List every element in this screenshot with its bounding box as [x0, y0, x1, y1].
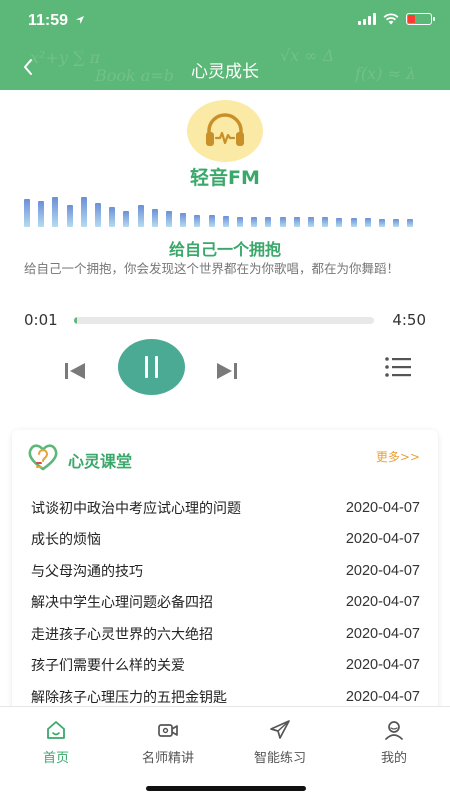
pause-icon-bar-right: [155, 356, 158, 378]
list-item[interactable]: 走进孩子心灵世界的六大绝招 2020-04-07: [12, 618, 438, 650]
wave-bar: [137, 205, 144, 227]
list-item[interactable]: 孩子们需要什么样的关爱 2020-04-07: [12, 650, 438, 682]
wave-bar: [66, 205, 73, 227]
article-list: 试谈初中政治中考应试心理的问题 2020-04-07 成长的烦恼 2020-04-07…: [12, 492, 438, 713]
page-title: 心灵成长: [191, 62, 259, 82]
article-title: 解除孩子心理压力的五把金钥匙: [31, 689, 227, 706]
wave-bar: [166, 211, 172, 227]
wave-bar: [180, 213, 187, 227]
status-bar: 11:59: [0, 0, 450, 44]
list-item[interactable]: 解决中学生心理问题必备四招 2020-04-07: [12, 587, 438, 619]
progress-fill: [74, 317, 77, 324]
track-title: 给自己一个拥抱: [168, 240, 281, 259]
wave-bar: [251, 217, 258, 227]
next-track-button[interactable]: [214, 358, 240, 384]
current-time: 0:01: [24, 311, 58, 329]
paper-plane-icon: [270, 720, 290, 739]
wave-bar: [393, 219, 400, 227]
nav-bar: x²+y ∑ π Book a=b √x ∞ Δ f(x) ≈ λ 心灵成长: [0, 44, 450, 90]
article-date: 2020-04-07: [345, 657, 420, 674]
list-item[interactable]: 与父母沟通的技巧 2020-04-07: [12, 555, 438, 587]
wave-bar: [237, 217, 243, 227]
wave-bar: [24, 199, 30, 227]
battery-icon: [406, 13, 435, 25]
user-icon: [385, 721, 403, 740]
tab-teacher-lectures-label: 名师精讲: [141, 751, 194, 766]
skip-next-icon: [217, 363, 237, 379]
headphones-icon: [206, 113, 244, 146]
wave-bar: [95, 203, 101, 227]
heart-headset-icon: [28, 444, 58, 471]
wave-bar: [208, 215, 215, 227]
wave-bar: [322, 217, 329, 227]
wave-bar: [336, 218, 343, 227]
article-title: 试谈初中政治中考应试心理的问题: [31, 500, 241, 517]
location-arrow-icon: [75, 16, 84, 24]
video-camera-icon: [158, 724, 178, 737]
article-date: 2020-04-07: [345, 531, 420, 548]
article-date: 2020-04-07: [345, 562, 420, 579]
article-title: 孩子们需要什么样的关爱: [31, 658, 185, 675]
tab-home[interactable]: 首页: [0, 719, 112, 766]
article-date: 2020-04-07: [345, 625, 420, 642]
wave-bar: [194, 215, 201, 227]
pause-button[interactable]: [118, 339, 185, 395]
previous-track-button[interactable]: [62, 358, 88, 384]
tab-smart-practice-label: 智能练习: [253, 751, 306, 766]
wave-bar: [407, 219, 414, 227]
wave-bar: [80, 197, 87, 227]
sound-wave: [24, 195, 424, 227]
wave-bar: [123, 211, 130, 227]
article-title: 解决中学生心理问题必备四招: [31, 595, 213, 612]
more-link[interactable]: 更多>>: [376, 448, 420, 465]
wave-bar: [279, 217, 286, 227]
article-title: 走进孩子心灵世界的六大绝招: [31, 626, 213, 643]
article-date: 2020-04-07: [345, 688, 420, 705]
status-indicators: [358, 13, 435, 25]
home-indicator: [146, 786, 306, 791]
playlist-button[interactable]: [384, 355, 412, 379]
tab-mine[interactable]: 我的: [338, 719, 450, 766]
tab-mine-label: 我的: [380, 751, 407, 766]
article-title: 与父母沟通的技巧: [31, 563, 143, 580]
total-time: 4:50: [392, 311, 426, 329]
home-icon: [47, 721, 65, 739]
wave-bar: [52, 197, 59, 227]
track-description: 给自己一个拥抱，你会发现这个世界都在为你歌唱，都在为你舞蹈！: [24, 261, 400, 276]
wave-bar: [364, 218, 371, 227]
tab-smart-practice[interactable]: 智能练习: [224, 719, 336, 766]
signal-icon: [358, 13, 376, 25]
fm-title: 轻音FM: [190, 167, 260, 189]
progress-slider[interactable]: [74, 317, 374, 324]
tab-home-label: 首页: [42, 751, 69, 766]
wave-bar: [379, 219, 385, 227]
status-time-text: 11:59: [28, 12, 69, 29]
classroom-card: 心灵课堂 更多>> 试谈初中政治中考应试心理的问题 2020-04-07 成长的烦恼…: [12, 430, 438, 720]
article-title: 成长的烦恼: [31, 532, 101, 549]
list-item[interactable]: 成长的烦恼 2020-04-07: [12, 524, 438, 556]
article-date: 2020-04-07: [345, 594, 420, 611]
list-item[interactable]: 试谈初中政治中考应试心理的问题 2020-04-07: [12, 492, 438, 524]
skip-previous-icon: [65, 363, 85, 379]
pause-icon-bar-left: [145, 356, 148, 378]
wave-bar: [350, 218, 357, 227]
playlist-icon: [385, 357, 411, 377]
wave-bar: [265, 217, 272, 227]
article-date: 2020-04-07: [345, 499, 420, 516]
wave-bar: [222, 216, 229, 227]
fm-logo: [187, 100, 263, 162]
wave-bar: [38, 201, 45, 227]
wave-bar: [308, 217, 314, 227]
wifi-icon: [383, 13, 399, 25]
card-title: 心灵课堂: [68, 452, 133, 471]
wave-bar: [151, 209, 158, 227]
status-time: 11:59: [28, 12, 85, 30]
wave-bar: [109, 207, 116, 227]
wave-bar: [293, 217, 300, 227]
tab-teacher-lectures[interactable]: 名师精讲: [112, 719, 224, 766]
